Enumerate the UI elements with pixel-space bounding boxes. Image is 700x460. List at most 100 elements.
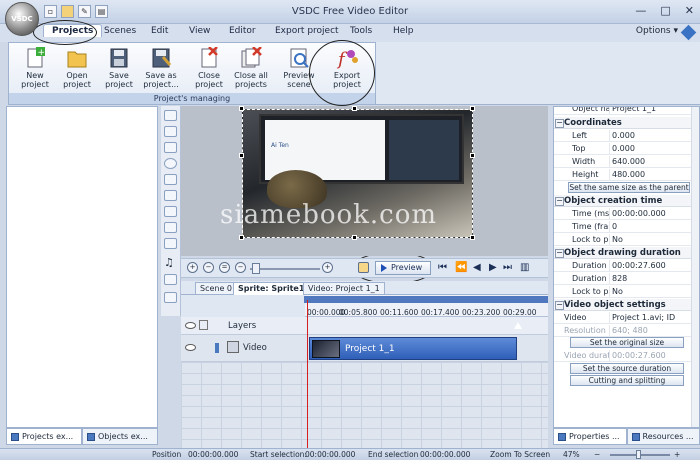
text-tool-icon[interactable]: [164, 174, 177, 185]
timeline-settings-icon[interactable]: ▥: [520, 262, 529, 273]
zoom-in-small-icon[interactable]: +: [674, 449, 680, 460]
tab-projects-explorer[interactable]: Projects ex...: [6, 428, 82, 445]
zoom-in-icon[interactable]: +: [187, 262, 198, 273]
set-source-duration-button[interactable]: Set the source duration: [570, 363, 684, 374]
properties-scrollbar[interactable]: [691, 107, 699, 427]
app-menu-orb[interactable]: VSDC: [5, 2, 39, 36]
options-menu[interactable]: Options ▾: [636, 26, 678, 36]
prop-value[interactable]: No: [610, 234, 699, 245]
section-object-creation-time[interactable]: Object creation time: [554, 195, 699, 207]
prop-value[interactable]: 828: [610, 273, 699, 284]
save-as-project-button[interactable]: Save as project...: [141, 47, 181, 89]
cutting-splitting-button[interactable]: Cutting and splitting: [570, 375, 684, 386]
timeline-empty-area[interactable]: [181, 362, 548, 448]
tab-help[interactable]: Help: [393, 26, 414, 36]
video-tool-icon[interactable]: [164, 274, 177, 285]
prop-object-name[interactable]: Object nameProject 1_1: [554, 107, 699, 115]
set-original-size-button[interactable]: Set the original size: [570, 337, 684, 348]
prop-height[interactable]: Height 480.000: [554, 169, 699, 181]
previous-frame-icon[interactable]: ◀: [473, 262, 481, 273]
save-project-button[interactable]: Save project: [99, 47, 139, 89]
next-frame-icon[interactable]: ▶: [489, 262, 497, 273]
tab-export-project[interactable]: Export project: [275, 26, 339, 36]
tab-edit[interactable]: Edit: [151, 26, 168, 36]
image-tool-icon[interactable]: [164, 190, 177, 201]
line-tool-icon[interactable]: [164, 126, 177, 137]
resize-handle[interactable]: [470, 106, 475, 111]
eye-icon[interactable]: [185, 322, 196, 329]
tab-scene-0[interactable]: Scene 0: [195, 282, 238, 295]
status-zoom-knob[interactable]: [636, 450, 641, 459]
zoom-to-screen-button[interactable]: Zoom To Screen: [490, 449, 550, 460]
minimize-button[interactable]: —: [635, 4, 646, 17]
prop-value[interactable]: 0.000: [610, 143, 699, 154]
resize-handle[interactable]: [470, 235, 475, 240]
prop-top[interactable]: Top 0.000: [554, 143, 699, 155]
resize-handle[interactable]: [239, 235, 244, 240]
prop-left[interactable]: Left 0.000: [554, 130, 699, 142]
section-coordinates[interactable]: Coordinates: [554, 117, 699, 129]
prop-video[interactable]: Video Project 1.avi; ID: [554, 312, 699, 324]
resize-handle[interactable]: [352, 235, 357, 240]
set-same-size-button[interactable]: Set the same size as the parent: [568, 182, 690, 193]
prop-value[interactable]: Project 1.avi; ID: [610, 312, 699, 323]
zoom-out-icon[interactable]: −: [203, 262, 214, 273]
resize-handle[interactable]: [470, 153, 475, 158]
layers-row[interactable]: Layers: [181, 317, 548, 335]
tab-editor[interactable]: Editor: [229, 26, 256, 36]
resize-handle[interactable]: [352, 106, 357, 111]
video-clip[interactable]: Project 1_1: [309, 337, 517, 360]
close-project-button[interactable]: Close project: [189, 46, 229, 89]
prop-value[interactable]: 640.000: [610, 156, 699, 167]
tab-objects-explorer[interactable]: Objects ex...: [82, 428, 158, 445]
tab-tools[interactable]: Tools: [350, 26, 372, 36]
timeline-selection-bar[interactable]: [304, 296, 548, 303]
prop-time-frame[interactable]: Time (frame)0: [554, 221, 699, 233]
prop-value[interactable]: No: [610, 286, 699, 297]
tab-resources[interactable]: Resources ...: [626, 428, 700, 445]
pointer-tool-icon[interactable]: [164, 110, 177, 121]
go-to-start-icon[interactable]: ⏮: [438, 262, 447, 273]
help-diamond-icon[interactable]: [680, 24, 697, 41]
preview-mode-icon[interactable]: [358, 262, 369, 273]
close-button[interactable]: ✕: [685, 4, 694, 17]
animation-tool-icon[interactable]: [164, 238, 177, 249]
filter-tool-icon[interactable]: [164, 206, 177, 217]
preview-button[interactable]: Preview: [375, 261, 431, 275]
prop-time-ms[interactable]: Time (ms) 00:00:00.000: [554, 208, 699, 220]
prop-value[interactable]: 0: [610, 221, 699, 232]
resize-handle[interactable]: [239, 153, 244, 158]
rectangle-tool-icon[interactable]: [164, 142, 177, 153]
zoom-reset-icon[interactable]: =: [219, 262, 230, 273]
subtitle-tool-icon[interactable]: [164, 292, 177, 303]
open-project-button[interactable]: Open project: [57, 47, 97, 89]
prop-value[interactable]: 0.000: [610, 130, 699, 141]
resize-handle[interactable]: [239, 106, 244, 111]
tab-properties[interactable]: Properties ...: [553, 428, 627, 445]
zoom-out-small-icon[interactable]: −: [594, 449, 600, 460]
prop-value[interactable]: 00:00:00.000: [610, 208, 699, 219]
lock-icon[interactable]: [199, 320, 208, 330]
prop-width[interactable]: Width 640.000: [554, 156, 699, 168]
prop-value[interactable]: Project 1_1: [610, 107, 699, 114]
zoom-slider-knob[interactable]: [252, 263, 260, 274]
music-note-icon[interactable]: ♫: [164, 256, 177, 269]
playhead-cursor[interactable]: [307, 300, 308, 448]
prop-lock-to-parent[interactable]: Lock to parentNo: [554, 286, 699, 298]
maximize-button[interactable]: □: [660, 4, 670, 17]
end-marker-icon[interactable]: [514, 322, 522, 329]
tab-sprite-sprite1[interactable]: Sprite: Sprite1: [233, 282, 310, 295]
prop-duration-ms[interactable]: Duration (ms)00:00:27.600: [554, 260, 699, 272]
section-object-drawing-duration[interactable]: Object drawing duration: [554, 247, 699, 259]
zoom-plus-icon[interactable]: +: [322, 262, 333, 273]
prop-value[interactable]: 00:00:27.600: [610, 260, 699, 271]
rewind-icon[interactable]: ⏪: [455, 262, 467, 273]
zoom-slider-track[interactable]: [250, 268, 320, 270]
sprite-tool-icon[interactable]: [164, 222, 177, 233]
tab-video-project[interactable]: Video: Project 1_1: [303, 282, 385, 295]
close-all-projects-button[interactable]: Close all projects: [231, 46, 271, 89]
new-project-button[interactable]: + New project: [15, 47, 55, 89]
tab-scenes[interactable]: Scenes: [104, 26, 136, 36]
ellipse-tool-icon[interactable]: [164, 158, 177, 169]
go-to-end-icon[interactable]: ⏭: [503, 262, 512, 273]
